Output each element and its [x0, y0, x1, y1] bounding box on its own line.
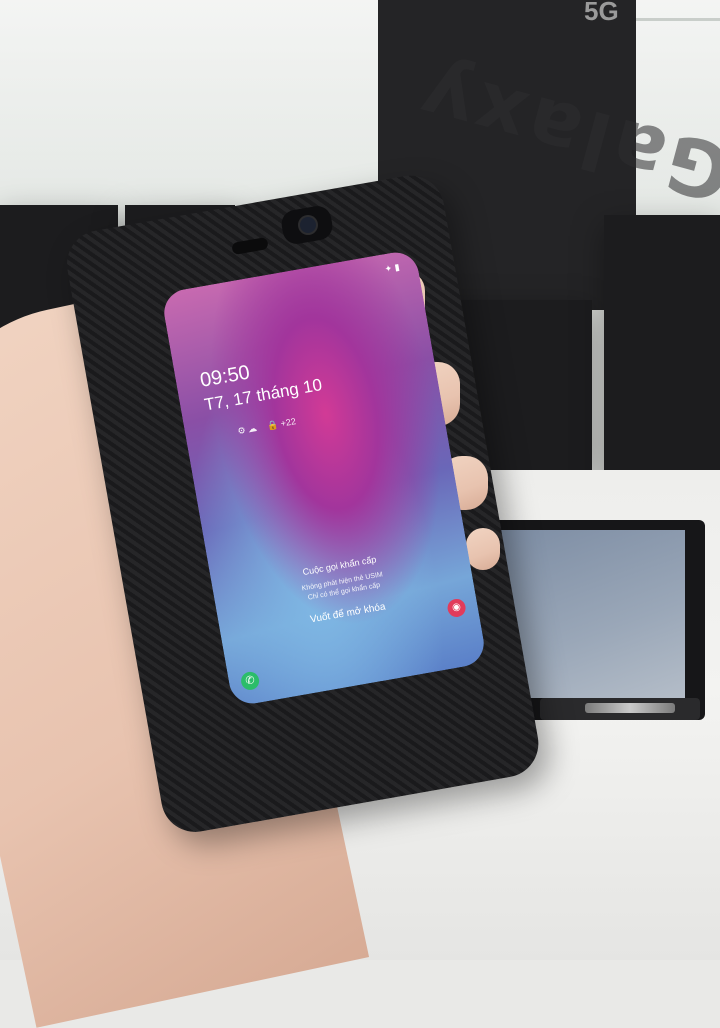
hinge-metal-bar: [585, 703, 675, 713]
status-icons-right: 🔒 +22: [266, 416, 297, 431]
camera-icon[interactable]: ◉: [446, 597, 468, 619]
box-5g-label: 5G: [584, 0, 619, 26]
status-bar-icons: ✦ ▮: [383, 261, 401, 275]
lock-status-line: ⚙ ☁ 🔒 +22: [237, 415, 305, 437]
status-icons-left: ⚙ ☁: [236, 422, 258, 437]
camera-lens-icon: [300, 217, 316, 233]
finger-4: [466, 528, 500, 570]
phone-icon[interactable]: ✆: [239, 670, 261, 692]
